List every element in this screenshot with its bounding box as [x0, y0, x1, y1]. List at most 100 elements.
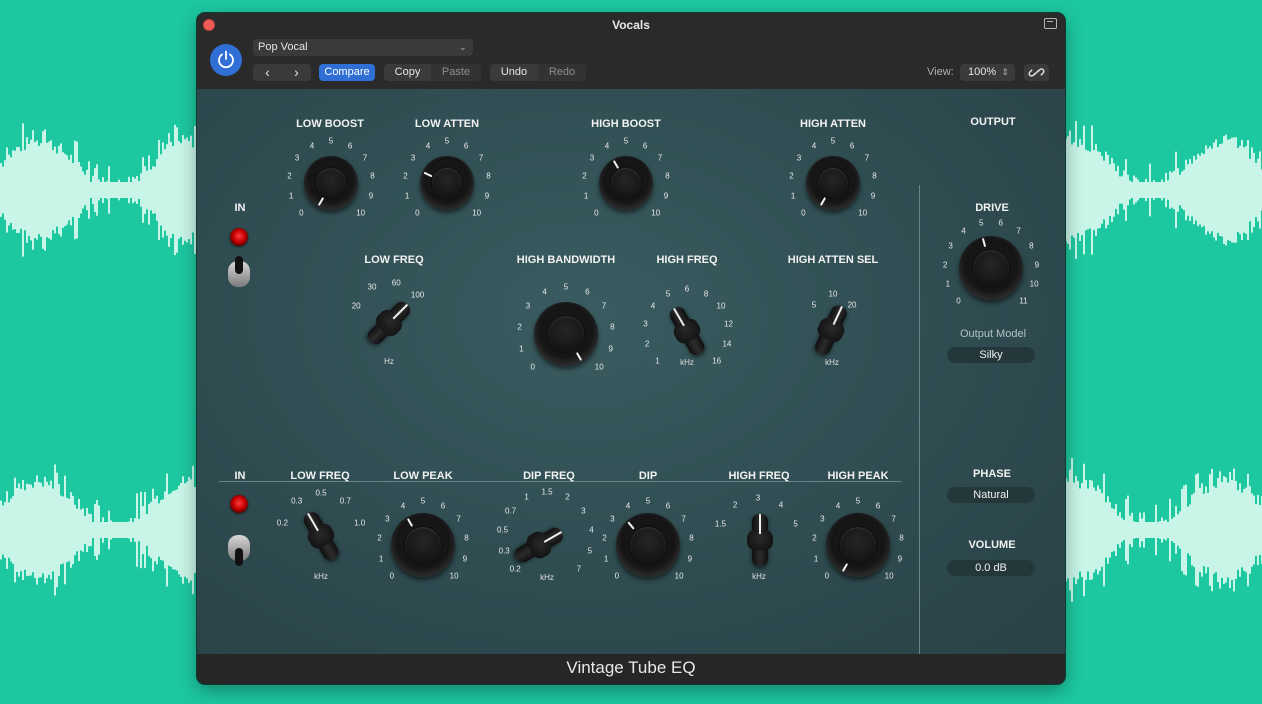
- drive-label: DRIVE: [975, 202, 1009, 214]
- high-bandwidth-tick: 1: [519, 344, 524, 354]
- high-peak-tick: 4: [835, 501, 841, 511]
- mid-high-freq-label: HIGH FREQ: [728, 470, 790, 482]
- undo-button[interactable]: Undo: [490, 64, 538, 81]
- stepper-icon: ⇕: [1001, 67, 1009, 77]
- low-boost-tick: 9: [368, 191, 374, 201]
- drive-tick: 8: [1029, 241, 1034, 251]
- mid-low-freq-unit: kHz: [314, 572, 328, 581]
- low-peak-tick: 1: [378, 554, 384, 564]
- dip-freq-lever[interactable]: [512, 525, 566, 565]
- low-boost-tick: 1: [288, 191, 294, 201]
- dip-freq-unit: kHz: [540, 573, 554, 582]
- mid-low-freq-tick: 0.2: [276, 518, 288, 528]
- low-freq-unit: Hz: [384, 357, 394, 366]
- high-boost-tick: 5: [623, 136, 629, 146]
- compare-button[interactable]: Compare: [319, 64, 375, 81]
- chevron-left-icon: ‹: [265, 64, 270, 80]
- plugin-name: Vintage Tube EQ: [197, 654, 1065, 684]
- high-atten-sel-lever[interactable]: [812, 303, 850, 357]
- paste-button[interactable]: Paste: [431, 64, 481, 81]
- low-atten-tick: 10: [472, 208, 482, 218]
- low-peak-tick: 4: [400, 501, 406, 511]
- toggle-stem: [235, 256, 243, 274]
- high-bandwidth-knob[interactable]: [534, 302, 598, 366]
- high-peak-tick: 2: [812, 533, 817, 543]
- high-boost-knob[interactable]: [599, 156, 653, 210]
- high-bandwidth-tick: 10: [594, 362, 604, 372]
- volume-label: VOLUME: [968, 539, 1016, 551]
- low-atten-tick: 0: [415, 208, 420, 218]
- mid-low-freq-tick: 1.0: [354, 518, 366, 528]
- low-boost-knob-pointer: [317, 196, 324, 206]
- high-atten-tick: 2: [789, 171, 794, 181]
- low-peak-tick: 9: [462, 554, 468, 564]
- high-bandwidth-tick: 5: [563, 282, 569, 292]
- previous-preset-button[interactable]: ‹: [253, 64, 282, 81]
- high-freq-lever[interactable]: [667, 304, 707, 358]
- link-button[interactable]: [1024, 64, 1049, 81]
- preset-name: Pop Vocal: [258, 41, 308, 53]
- phase-label: PHASE: [973, 468, 1011, 480]
- copy-button[interactable]: Copy: [384, 64, 431, 81]
- power-button[interactable]: [210, 44, 242, 76]
- preset-dropdown[interactable]: Pop Vocal ⌄: [253, 39, 473, 56]
- volume-field[interactable]: 0.0 dB: [947, 560, 1035, 576]
- in-toggle-lower[interactable]: [226, 530, 252, 566]
- low-freq-lever[interactable]: [364, 298, 414, 348]
- low-peak-tick: 8: [464, 533, 469, 543]
- dip-freq-tick: 0.7: [505, 506, 517, 516]
- zoom-value: 100%: [968, 66, 997, 78]
- dip-tick: 5: [645, 496, 651, 506]
- zoom-select[interactable]: 100% ⇕: [960, 64, 1015, 81]
- high-atten-tick: 4: [811, 141, 817, 151]
- dip-freq-tick: 2: [565, 492, 570, 502]
- low-boost-label: LOW BOOST: [296, 118, 364, 130]
- mid-low-freq-lever[interactable]: [301, 509, 341, 563]
- in-led-upper: [230, 228, 248, 246]
- titlebar: Vocals Pop Vocal ⌄ ‹ › Compare Copy Past…: [197, 13, 1065, 101]
- low-peak-tick: 0: [389, 571, 395, 581]
- high-atten-label: HIGH ATTEN: [800, 118, 866, 130]
- high-freq-label: HIGH FREQ: [656, 254, 718, 266]
- output-model-select[interactable]: Silky: [947, 347, 1035, 363]
- low-peak-knob[interactable]: [391, 513, 455, 577]
- redo-button[interactable]: Redo: [538, 64, 586, 81]
- mid-low-freq-tick: 0.3: [291, 496, 303, 506]
- next-preset-button[interactable]: ›: [282, 64, 311, 81]
- mid-high-freq-tick: 5: [793, 519, 798, 529]
- low-peak-knob-pointer: [406, 518, 414, 527]
- dip-tick: 8: [689, 533, 694, 543]
- high-bandwidth-tick: 8: [610, 322, 615, 332]
- phase-select[interactable]: Natural: [947, 487, 1035, 503]
- high-bandwidth-tick: 4: [542, 287, 547, 297]
- high-peak-tick: 9: [897, 554, 903, 564]
- high-freq-lever-hub: [670, 315, 704, 347]
- high-peak-knob[interactable]: [826, 513, 890, 577]
- drive-knob[interactable]: [959, 236, 1023, 300]
- expand-icon[interactable]: [1044, 18, 1057, 29]
- high-atten-tick: 6: [849, 141, 855, 151]
- dip-knob[interactable]: [616, 513, 680, 577]
- high-bandwidth-tick: 0: [530, 362, 535, 372]
- in-toggle-upper[interactable]: [226, 256, 252, 292]
- high-atten-knob[interactable]: [806, 156, 860, 210]
- in-label-lower: IN: [234, 470, 246, 482]
- low-boost-knob[interactable]: [304, 156, 358, 210]
- drive-tick: 2: [942, 260, 948, 270]
- low-freq-lever-line: [392, 303, 409, 320]
- eq-panel: LOW BOOST 0 1 2 3 4 5 6 7 8 9 10 LOW ATTEN 0 1 2 3 4 5 6 7 8 9…: [197, 89, 1065, 684]
- view-label: View:: [927, 66, 954, 78]
- low-boost-tick: 3: [294, 153, 300, 163]
- high-boost-tick: 10: [651, 208, 661, 218]
- high-boost-tick: 3: [589, 153, 595, 163]
- mid-high-freq-tick: 3: [755, 493, 761, 503]
- high-atten-tick: 0: [801, 208, 806, 218]
- high-boost-tick: 2: [582, 171, 587, 181]
- low-peak-tick: 10: [449, 571, 459, 581]
- plugin-window: Vocals Pop Vocal ⌄ ‹ › Compare Copy Past…: [197, 13, 1065, 684]
- low-boost-tick: 6: [347, 141, 353, 151]
- low-atten-knob[interactable]: [420, 156, 474, 210]
- chevron-right-icon: ›: [294, 64, 299, 80]
- mid-high-freq-lever[interactable]: [747, 514, 773, 566]
- high-atten-knob-pointer: [819, 196, 826, 206]
